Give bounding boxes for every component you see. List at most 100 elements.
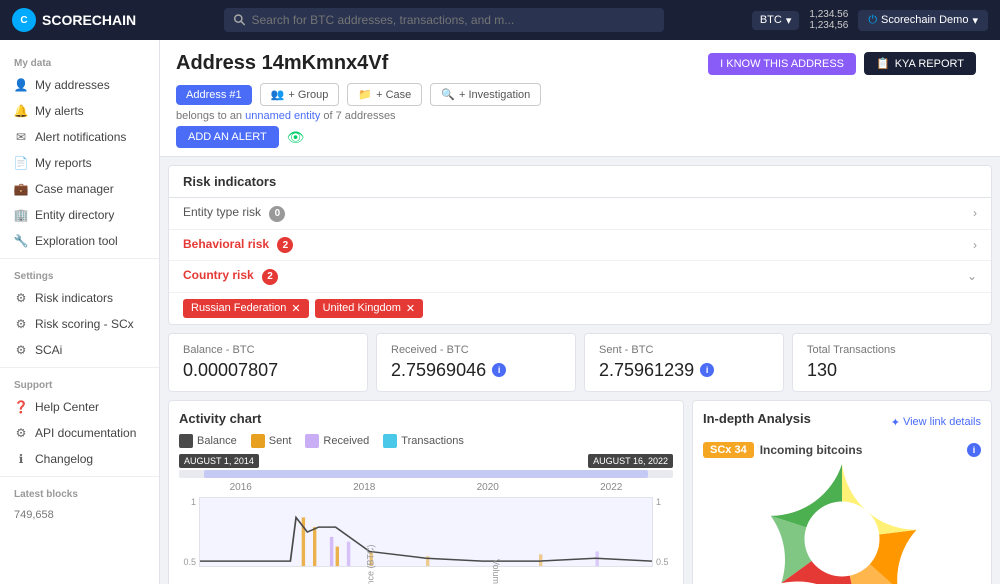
address-badge-button[interactable]: Address #1 (176, 85, 252, 105)
country-risk-label: Country risk 2 (183, 268, 278, 285)
y-axis-labels: Balance (BTC) Volume (179, 569, 673, 579)
incoming-info-icon[interactable]: i (967, 443, 981, 457)
sidebar-item-risk-scoring[interactable]: ⚙ Risk scoring - SCx (0, 311, 159, 337)
pie-chart-svg (767, 464, 917, 584)
sidebar-item-alert-notifications[interactable]: ✉ Alert notifications (0, 124, 159, 150)
price-display: 1,234.56 1,234,56 (809, 9, 848, 31)
case-button[interactable]: 📁 + Case (347, 83, 422, 106)
chart-timeline-bar[interactable] (179, 470, 673, 478)
sidebar-divider-3 (0, 476, 159, 477)
y-axis-right: 1 0.5 (653, 497, 673, 567)
add-alert-button[interactable]: ADD AN ALERT (176, 126, 279, 148)
country-risk-row[interactable]: Country risk 2 ⌄ (169, 261, 991, 293)
analysis-sub-header: SCx 34 Incoming bitcoins i (703, 442, 981, 458)
eye-icon[interactable]: 👁 (287, 129, 305, 146)
tag-russia[interactable]: Russian Federation ✕ (183, 299, 309, 318)
main-layout: My data 👤 My addresses 🔔 My alerts ✉ Ale… (0, 40, 1000, 584)
legend-balance: Balance (179, 434, 237, 448)
user-menu-button[interactable]: ⏻ Scorechain Demo ▾ (858, 10, 988, 31)
chart-plot-area (199, 497, 653, 567)
building-icon: 🏢 (14, 208, 28, 222)
chart-svg (200, 498, 652, 566)
sidebar-item-my-alerts[interactable]: 🔔 My alerts (0, 98, 159, 124)
scx-badge: SCx 34 (703, 442, 754, 458)
sidebar-divider-2 (0, 367, 159, 368)
stat-received: Received - BTC 2.75969046 i (376, 333, 576, 392)
sidebar-item-changelog[interactable]: ℹ Changelog (0, 446, 159, 472)
sidebar-item-case-manager[interactable]: 💼 Case manager (0, 176, 159, 202)
gauge-icon-3: ⚙ (14, 343, 28, 357)
sidebar-item-api-docs[interactable]: ⚙ API documentation (0, 420, 159, 446)
sidebar-item-my-addresses[interactable]: 👤 My addresses (0, 72, 159, 98)
sent-label: Sent - BTC (599, 344, 769, 356)
country-chevron-icon: ⌄ (967, 269, 977, 283)
investigation-icon: 🔍 (441, 88, 455, 101)
search-input[interactable] (251, 13, 654, 27)
risk-section-title: Risk indicators (169, 166, 991, 198)
chart-date-start: AUGUST 1, 2014 (179, 454, 259, 468)
sidebar-item-entity-directory[interactable]: 🏢 Entity directory (0, 202, 159, 228)
balance-label: Balance - BTC (183, 344, 353, 356)
balance-value: 0.00007807 (183, 360, 353, 381)
total-tx-label: Total Transactions (807, 344, 977, 356)
know-address-button[interactable]: I KNOW THIS ADDRESS (708, 53, 856, 75)
link-icon: ✦ (891, 416, 900, 429)
entity-type-chevron-icon: › (973, 206, 977, 220)
sidebar-item-exploration-tool[interactable]: 🔧 Exploration tool (0, 228, 159, 254)
entity-link[interactable]: unnamed entity (245, 110, 323, 122)
logo-icon: C (12, 8, 36, 32)
tag-russia-close-icon[interactable]: ✕ (291, 302, 300, 315)
sidebar-item-help-center[interactable]: ❓ Help Center (0, 394, 159, 420)
country-tags: Russian Federation ✕ United Kingdom ✕ (169, 293, 991, 324)
stat-sent: Sent - BTC 2.75961239 i (584, 333, 784, 392)
bell-icon: 🔔 (14, 104, 28, 118)
legend-transactions-dot (383, 434, 397, 448)
legend-sent-dot (251, 434, 265, 448)
sidebar-item-scai[interactable]: ⚙ SCAi (0, 337, 159, 363)
sidebar-item-risk-indicators[interactable]: ⚙ Risk indicators (0, 285, 159, 311)
briefcase-icon: 💼 (14, 182, 28, 196)
app-name: SCORECHAIN (42, 12, 136, 28)
investigation-button[interactable]: 🔍 + Investigation (430, 83, 541, 106)
envelope-icon: ✉ (14, 130, 28, 144)
activity-chart-title: Activity chart (179, 411, 673, 426)
legend-sent: Sent (251, 434, 292, 448)
file-icon: 📄 (14, 156, 28, 170)
sidebar-item-my-reports[interactable]: 📄 My reports (0, 150, 159, 176)
page-header: Address 14mKmnx4Vf Address #1 👥 + Group … (160, 40, 1000, 157)
top-navigation: C SCORECHAIN BTC ▾ 1,234.56 1,234,56 ⏻ S… (0, 0, 1000, 40)
tag-uk-close-icon[interactable]: ✕ (406, 302, 415, 315)
sent-value: 2.75961239 i (599, 360, 769, 381)
header-actions: Address #1 👥 + Group 📁 + Case 🔍 + Invest… (176, 83, 541, 106)
topnav-right: BTC ▾ 1,234.56 1,234,56 ⏻ Scorechain Dem… (752, 9, 988, 31)
settings-section-label: Settings (0, 263, 159, 285)
legend-balance-dot (179, 434, 193, 448)
legend-received-dot (305, 434, 319, 448)
y-axis-left: 1 0.5 (179, 497, 199, 567)
group-button[interactable]: 👥 + Group (260, 83, 340, 106)
behavioral-chevron-icon: › (973, 238, 977, 252)
chart-legend: Balance Sent Received Transactions (179, 434, 673, 448)
case-icon: 📁 (358, 88, 372, 101)
behavioral-risk-row[interactable]: Behavioral risk 2 › (169, 230, 991, 262)
activity-chart-panel: Activity chart Balance Sent Received (168, 400, 684, 584)
gear-icon: ⚙ (14, 426, 28, 440)
total-tx-value: 130 (807, 360, 977, 381)
currency-selector[interactable]: BTC ▾ (752, 11, 800, 30)
sent-info-icon[interactable]: i (700, 363, 714, 377)
in-depth-analysis-panel: In-depth Analysis ✦ View link details SC… (692, 400, 992, 584)
tag-uk[interactable]: United Kingdom ✕ (315, 299, 424, 318)
stat-total-transactions: Total Transactions 130 (792, 333, 992, 392)
sidebar-divider-1 (0, 258, 159, 259)
gauge-icon-1: ⚙ (14, 291, 28, 305)
entity-type-risk-row[interactable]: Entity type risk 0 › (169, 198, 991, 230)
bottom-panels: Activity chart Balance Sent Received (168, 400, 992, 584)
received-info-icon[interactable]: i (492, 363, 506, 377)
question-icon: ❓ (14, 400, 28, 414)
search-bar[interactable] (224, 8, 664, 32)
view-link-details[interactable]: ✦ View link details (891, 416, 981, 429)
kya-report-button[interactable]: 📋 KYA REPORT (864, 52, 976, 75)
incoming-title: Incoming bitcoins (760, 443, 863, 457)
chart-date-end: AUGUST 16, 2022 (588, 454, 673, 468)
page-title: Address 14mKmnx4Vf (176, 52, 541, 75)
